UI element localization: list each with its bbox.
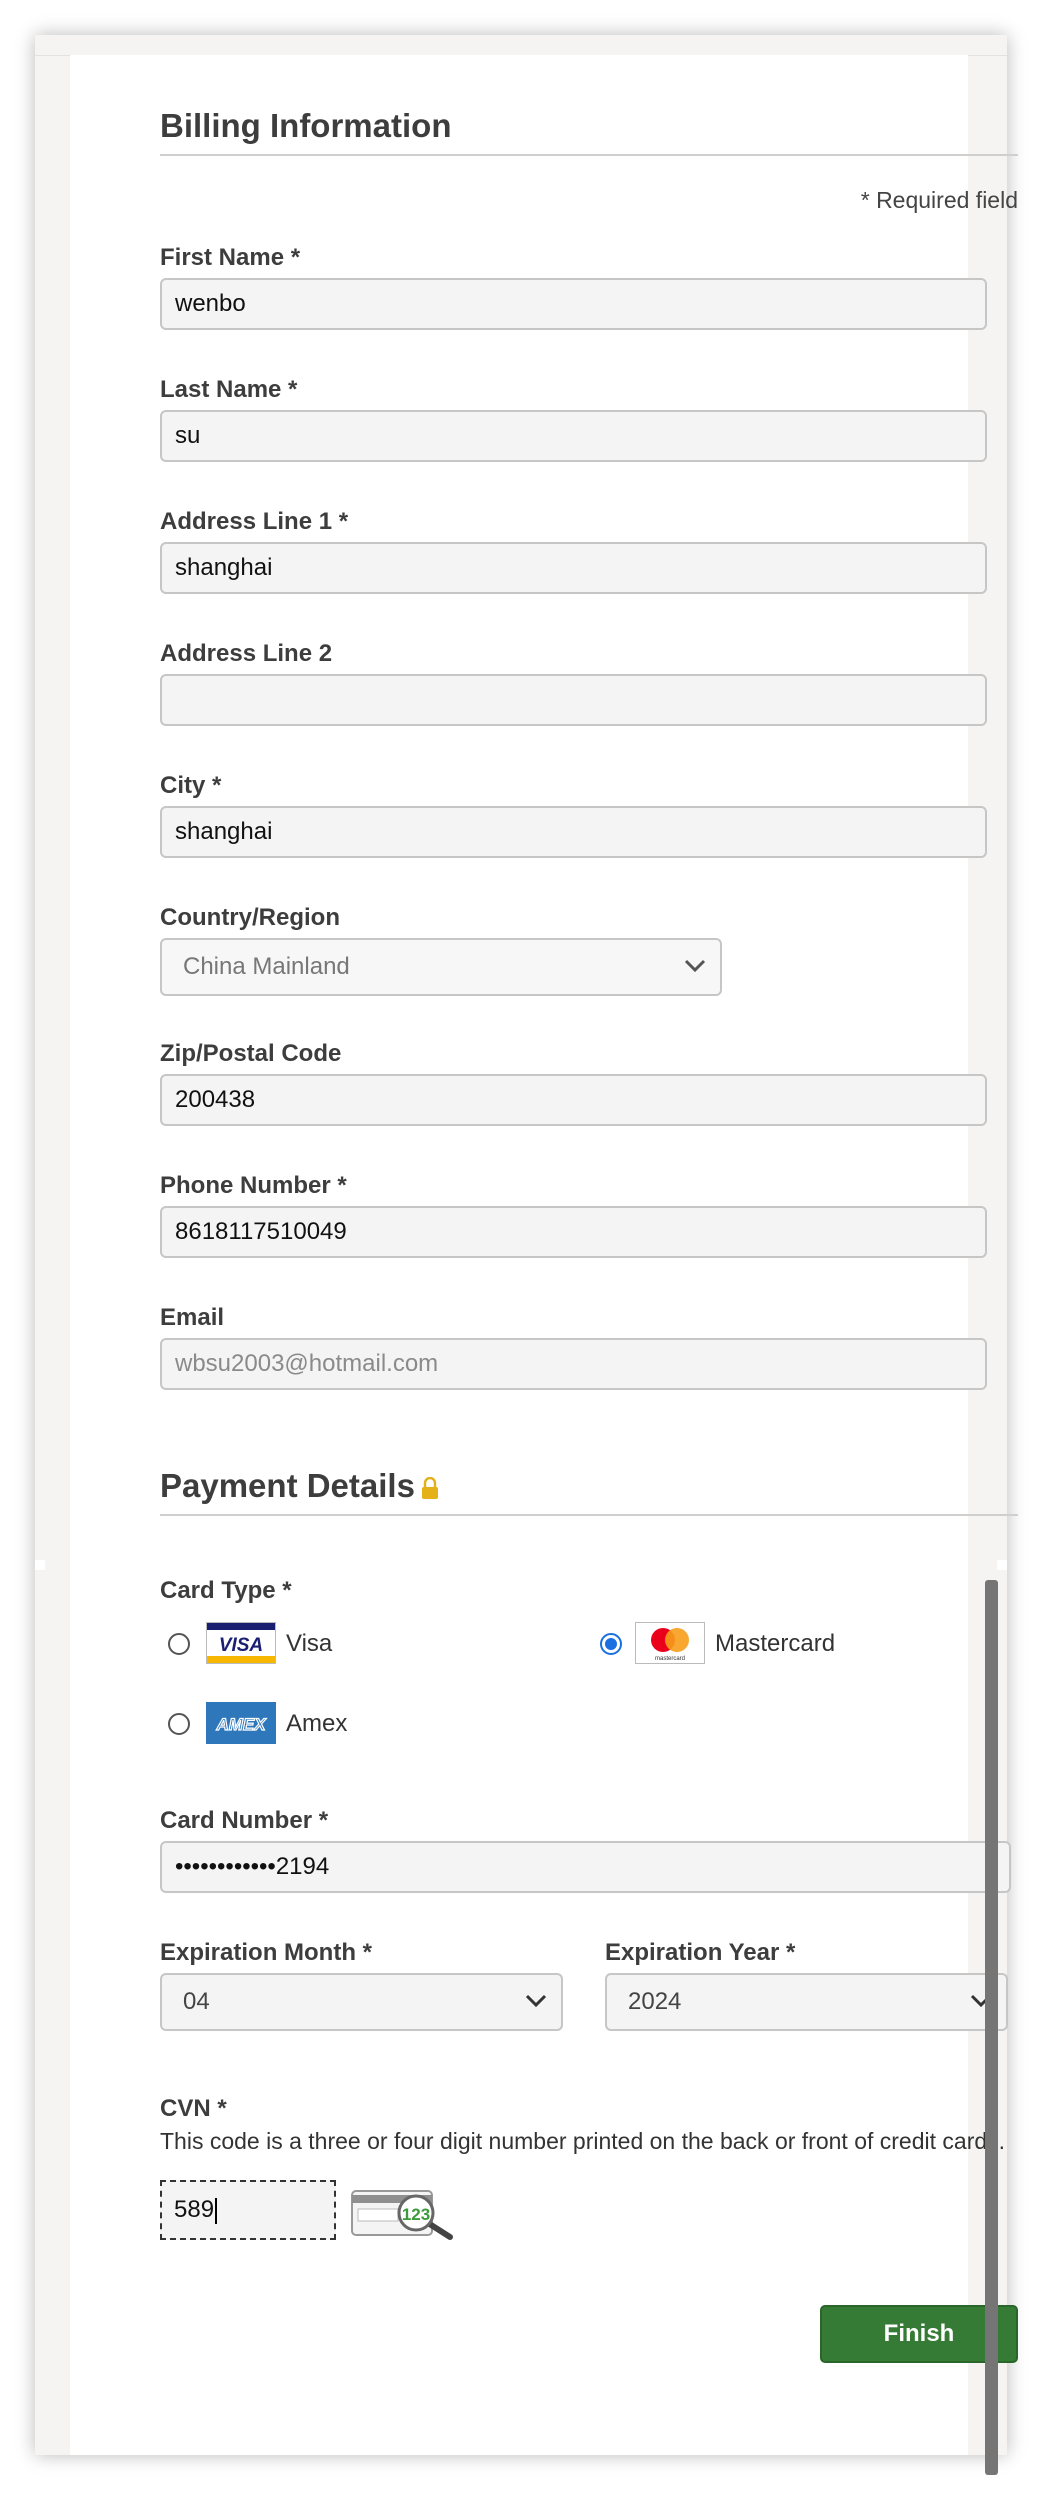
email-input[interactable]: wbsu2003@hotmail.com	[160, 1338, 987, 1390]
amex-label: Amex	[286, 1710, 348, 1737]
first-name-input[interactable]: wenbo	[160, 278, 987, 330]
text-caret	[215, 2197, 218, 2224]
city-label: City *	[160, 772, 222, 799]
visa-logo-icon: VISA	[206, 1622, 276, 1664]
card-number-label: Card Number *	[160, 1807, 329, 1834]
payment-section-title: Payment Details	[160, 1467, 439, 1505]
payment-title-text: Payment Details	[160, 1467, 415, 1504]
frame-notch-left	[35, 1560, 45, 1570]
card-number-input[interactable]: ••••••••••••2194	[160, 1841, 1011, 1893]
address-line-2-input[interactable]	[160, 674, 987, 726]
country-region-value: China Mainland	[183, 953, 350, 980]
amex-radio[interactable]	[168, 1713, 190, 1735]
country-region-select[interactable]: China Mainland	[160, 938, 722, 996]
address-line-1-input[interactable]: shanghai	[160, 542, 987, 594]
billing-section-title: Billing Information	[160, 107, 452, 144]
last-name-input[interactable]: su	[160, 410, 987, 462]
expiration-month-value: 04	[183, 1988, 210, 2015]
mastercard-logo-text: mastercard	[655, 1656, 685, 1662]
expiration-month-select[interactable]: 04	[160, 1973, 563, 2031]
last-name-label: Last Name *	[160, 376, 298, 403]
visa-label: Visa	[286, 1630, 333, 1657]
checkout-form-sheet: Billing Information * Required field Fir…	[70, 55, 1018, 2475]
mastercard-label: Mastercard	[715, 1630, 836, 1657]
amex-logo-icon: AMEX	[206, 1702, 276, 1744]
phone-number-label: Phone Number *	[160, 1172, 347, 1199]
cvn-label: CVN *	[160, 2095, 227, 2122]
address-line-1-label: Address Line 1 *	[160, 508, 349, 535]
cvn-value: 589	[174, 2196, 215, 2223]
expiration-month-label: Expiration Month *	[160, 1939, 372, 1966]
zip-postal-code-input[interactable]: 200438	[160, 1074, 987, 1126]
visa-logo-text: VISA	[219, 1635, 263, 1656]
expiration-year-select[interactable]: 2024	[605, 1973, 1008, 2031]
email-label: Email	[160, 1304, 225, 1331]
frame-notch-right	[997, 1560, 1007, 1570]
first-name-label: First Name *	[160, 244, 301, 271]
required-field-note: * Required field	[860, 187, 1018, 213]
amex-logo-text: AMEX	[215, 1715, 267, 1734]
chevron-down-icon	[684, 959, 706, 973]
card-type-label: Card Type *	[160, 1577, 292, 1604]
expiration-year-label: Expiration Year *	[605, 1939, 796, 1966]
cvn-card-magnifier-icon: 123	[351, 2190, 453, 2240]
billing-divider	[160, 154, 1018, 156]
chevron-down-icon	[525, 1994, 547, 2008]
lock-icon	[421, 1477, 438, 1499]
mastercard-logo-icon: mastercard	[635, 1622, 705, 1664]
expiration-year-value: 2024	[628, 1988, 682, 2015]
scrollbar-thumb[interactable]	[985, 1580, 998, 2475]
cvn-image-digits: 123	[402, 2205, 430, 2224]
visa-radio[interactable]	[168, 1633, 190, 1655]
address-line-2-label: Address Line 2	[160, 640, 333, 667]
mastercard-radio[interactable]	[600, 1633, 622, 1655]
country-region-label: Country/Region	[160, 904, 340, 931]
cvn-help-text: This code is a three or four digit numbe…	[160, 2128, 1006, 2154]
city-input[interactable]: shanghai	[160, 806, 987, 858]
zip-postal-code-label: Zip/Postal Code	[160, 1040, 342, 1067]
phone-number-input[interactable]: 8618117510049	[160, 1206, 987, 1258]
payment-divider	[160, 1514, 1018, 1516]
checkout-window: Billing Information * Required field Fir…	[35, 35, 1018, 2475]
cvn-input[interactable]: 589	[160, 2180, 336, 2240]
